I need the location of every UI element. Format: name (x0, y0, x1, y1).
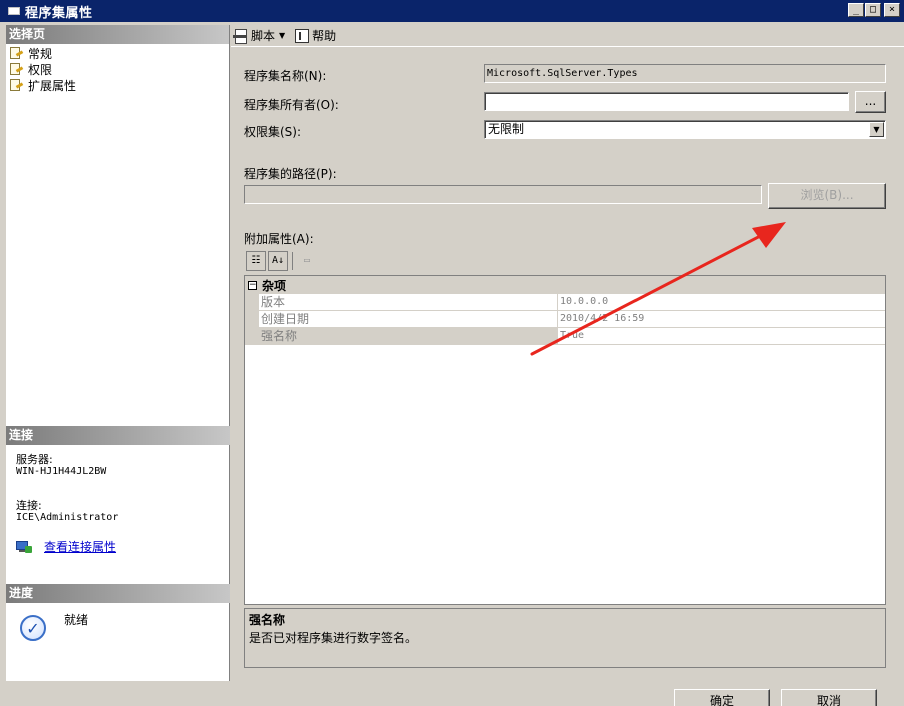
connection-section: 连接 服务器: WIN-HJ1H44JL2BW 连接: ICE\Administ… (6, 426, 230, 554)
script-button[interactable]: 脚本 ▼ (233, 27, 285, 44)
property-grid[interactable]: − 杂项 版本 10.0.0.0 创建日期 2010/4/2 16:59 强名称… (244, 275, 886, 605)
categorized-icon[interactable]: ☷ (246, 251, 266, 271)
connection-properties-icon (16, 540, 32, 554)
help-button[interactable]: 帮助 (291, 27, 336, 44)
permission-set-label: 权限集(S): (244, 125, 302, 139)
assembly-path-field[interactable] (244, 185, 762, 204)
connection-value: ICE\Administrator (16, 512, 119, 523)
grid-row-value: 10.0.0.0 (560, 296, 609, 307)
view-connection-properties-link[interactable]: 查看连接属性 (44, 541, 116, 553)
collapse-icon[interactable]: − (248, 280, 257, 290)
server-label: 服务器: (16, 453, 53, 466)
progress-status: 就绪 (64, 613, 89, 627)
toolbar: 脚本 ▼ 帮助 (231, 25, 904, 47)
description-title: 强名称 (249, 613, 286, 627)
assembly-owner-label: 程序集所有者(O): (244, 98, 339, 112)
assembly-owner-input[interactable] (484, 92, 849, 111)
progress-section: 进度 ✓ 就绪 (6, 584, 230, 641)
browse-button[interactable]: 浏览(B)... (768, 183, 886, 209)
progress-header: 进度 (6, 584, 230, 603)
cancel-button[interactable]: 取消 (781, 689, 877, 706)
assembly-name-field[interactable]: Microsoft.SqlServer.Types (484, 64, 886, 83)
property-grid-toolbar: ☷ A↓ ▭ (244, 250, 886, 272)
help-icon (295, 28, 310, 43)
assembly-name-label: 程序集名称(N): (244, 69, 327, 83)
owner-browse-button[interactable]: ... (855, 91, 886, 113)
description-text: 是否已对程序集进行数字签名。 (249, 631, 418, 645)
toolbar-divider (292, 252, 293, 270)
minimize-button[interactable]: _ (848, 3, 864, 17)
script-label: 脚本 (251, 29, 276, 43)
property-description: 强名称 是否已对程序集进行数字签名。 (244, 608, 886, 668)
permission-set-value: 无限制 (488, 122, 525, 136)
grid-category-label: 杂项 (262, 278, 287, 293)
sort-alphabetical-icon[interactable]: A↓ (268, 251, 288, 271)
script-icon (233, 28, 248, 44)
left-panel: 选择页 常规 权限 扩展属性 连接 服务器: WIN-HJ1H44JL2BW 连… (6, 25, 230, 681)
title-bar[interactable]: 程序集属性 _ □ × (0, 0, 904, 22)
permission-set-select[interactable]: 无限制 ▼ (484, 120, 886, 139)
right-panel: 脚本 ▼ 帮助 程序集名称(N): Microsoft.SqlServer.Ty… (231, 25, 904, 706)
grid-row-name: 创建日期 (259, 311, 558, 327)
additional-properties-label: 附加属性(A): (244, 232, 314, 246)
close-button[interactable]: × (884, 3, 900, 17)
grid-row-strong-name[interactable]: 强名称 True (245, 328, 885, 345)
nav-item-label: 常规 (28, 44, 53, 62)
page-icon (9, 78, 25, 92)
assembly-path-label: 程序集的路径(P): (244, 167, 337, 181)
grid-row-value: 2010/4/2 16:59 (560, 313, 645, 324)
nav-item-permissions[interactable]: 权限 (9, 61, 229, 77)
nav-item-extended-properties[interactable]: 扩展属性 (9, 77, 229, 93)
nav-item-label: 扩展属性 (28, 78, 77, 93)
nav-item-label: 权限 (28, 62, 53, 77)
page-icon (9, 62, 25, 76)
assembly-properties-window: 程序集属性 _ □ × 选择页 常规 权限 扩展属性 连接 服务器: WIN-H… (0, 0, 904, 706)
ready-check-icon: ✓ (20, 615, 46, 641)
ok-button[interactable]: 确定 (674, 689, 770, 706)
connection-label: 连接: (16, 499, 42, 512)
grid-row-name: 强名称 (259, 328, 558, 344)
select-page-header: 选择页 (6, 25, 229, 44)
grid-row-version[interactable]: 版本 10.0.0.0 (245, 294, 885, 311)
window-title: 程序集属性 (25, 5, 93, 21)
chevron-down-icon: ▼ (279, 31, 286, 40)
grid-row-name: 版本 (259, 294, 558, 310)
chevron-down-icon[interactable]: ▼ (869, 122, 884, 137)
page-list: 常规 权限 扩展属性 (6, 44, 229, 93)
maximize-button[interactable]: □ (865, 3, 881, 17)
connection-header: 连接 (6, 426, 230, 445)
server-value: WIN-HJ1H44JL2BW (16, 466, 107, 477)
page-icon (9, 46, 25, 60)
grid-row-value: True (560, 330, 585, 341)
window-icon (8, 7, 20, 15)
property-pages-icon[interactable]: ▭ (297, 251, 317, 271)
help-label: 帮助 (312, 29, 337, 43)
grid-row-created-date[interactable]: 创建日期 2010/4/2 16:59 (245, 311, 885, 328)
nav-item-general[interactable]: 常规 (9, 44, 229, 62)
grid-category-misc[interactable]: − 杂项 (245, 276, 885, 294)
